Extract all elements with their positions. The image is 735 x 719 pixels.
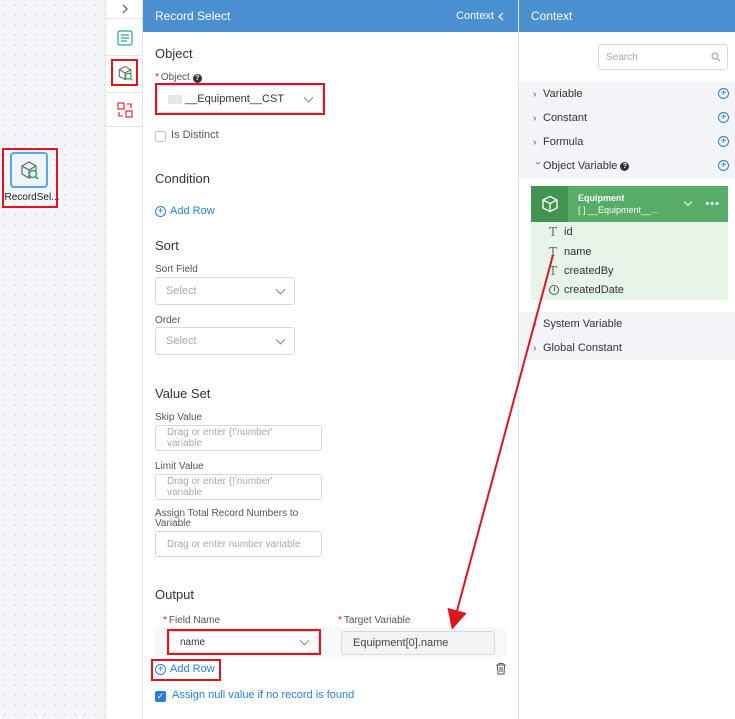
skip-value-label: Skip Value (155, 412, 203, 423)
chevron-down-icon (275, 284, 286, 294)
chevron-right-icon: › (533, 342, 537, 354)
chevron-right-icon: › (533, 136, 537, 148)
add-circle-icon: + (155, 205, 166, 217)
skip-value-input[interactable]: Drag or enter {!'number' variable (155, 425, 322, 451)
chevron-down-icon[interactable] (684, 197, 693, 207)
object-section-title: Object (155, 46, 193, 61)
node-highlight (2, 148, 58, 208)
info-icon: ? (620, 161, 630, 171)
sort-section-title: Sort (155, 238, 179, 253)
add-constant-icon[interactable]: + (718, 112, 729, 123)
attribute-name[interactable]: Tname (549, 245, 592, 259)
toolbar-divider (106, 55, 143, 56)
context-panel: Context Search › Variable + › Constant +… (519, 0, 735, 719)
chevron-right-icon: › (533, 112, 537, 124)
add-formula-icon[interactable]: + (718, 136, 729, 147)
object-select-highlight (155, 83, 325, 115)
context-row-formula[interactable]: › Formula + (519, 130, 735, 154)
assign-total-label: Assign Total Record Numbers to Variable (155, 508, 299, 529)
add-variable-icon[interactable]: + (718, 88, 729, 99)
context-row-constant[interactable]: › Constant + (519, 106, 735, 130)
object-label: * Object? (155, 72, 202, 83)
condition-section-title: Condition (155, 171, 210, 186)
is-distinct-checkbox[interactable] (155, 131, 166, 142)
chevron-down-icon (275, 334, 286, 344)
sort-field-select[interactable]: Select (155, 277, 295, 305)
attribute-id[interactable]: Tid (549, 225, 573, 239)
assign-null-checkbox[interactable]: ✓ (155, 691, 166, 702)
flow-canvas[interactable]: RecordSel... (0, 0, 105, 719)
output-section-title: Output (155, 587, 195, 602)
chevron-left-icon (498, 12, 504, 20)
object-variable-card: Equipment [ ] __Equipment__... ••• Tid T… (531, 186, 728, 300)
target-variable-input[interactable]: Equipment[0].name (341, 631, 495, 655)
search-placeholder: Search (606, 51, 638, 63)
context-search-input[interactable]: Search (598, 44, 728, 70)
condition-add-row-button[interactable]: + Add Row (155, 205, 215, 217)
add-row-highlight (151, 659, 221, 681)
object-variable-type: [ ] __Equipment__... (578, 205, 659, 215)
chevron-right-icon: › (533, 318, 537, 330)
clock-icon (549, 285, 559, 295)
context-row-global-constant[interactable]: › Global Constant (519, 336, 735, 360)
context-row-object-variable[interactable]: › Object Variable? + (519, 154, 735, 178)
properties-list-icon[interactable] (106, 23, 143, 53)
toolbar-divider (106, 126, 143, 127)
assign-total-input[interactable]: Drag or enter number variable (155, 531, 322, 557)
text-type-icon: T (549, 245, 558, 259)
more-menu-icon[interactable]: ••• (705, 198, 728, 210)
attribute-created-by[interactable]: TcreatedBy (549, 264, 614, 278)
chevron-down-icon: › (532, 161, 544, 165)
is-distinct-label: Is Distinct (171, 129, 219, 141)
field-name-label: * Field Name (163, 615, 221, 626)
target-variable-label: * Target Variable (338, 615, 411, 626)
add-object-variable-icon[interactable]: + (718, 160, 729, 171)
toolbar-divider (106, 92, 143, 93)
text-type-icon: T (549, 225, 558, 239)
context-row-variable[interactable]: › Variable + (519, 82, 735, 106)
transform-icon[interactable] (106, 95, 143, 125)
context-title: Context (519, 0, 735, 32)
context-toggle-label: Context (456, 10, 494, 22)
toolbar-divider (106, 18, 143, 19)
side-toolbar (105, 0, 143, 719)
context-row-system-variable[interactable]: › System Variable (519, 312, 735, 336)
collapse-chevron-icon[interactable] (106, 0, 143, 18)
field-name-highlight (167, 629, 321, 655)
sort-field-label: Sort Field (155, 264, 198, 275)
attribute-created-date[interactable]: createdDate (549, 284, 624, 296)
sort-field-placeholder: Select (166, 285, 197, 297)
limit-value-label: Limit Value (155, 461, 204, 472)
record-select-panel: Record Select Context Object * Object? __… (143, 0, 519, 719)
cube-icon (531, 186, 568, 222)
chevron-right-icon: › (533, 88, 537, 100)
object-variable-header[interactable]: Equipment [ ] __Equipment__... ••• (531, 186, 728, 222)
limit-value-input[interactable]: Drag or enter {!'number' variable (155, 474, 322, 500)
context-toggle[interactable]: Context (456, 10, 504, 22)
assign-null-label: Assign null value if no record is found (172, 689, 355, 701)
order-placeholder: Select (166, 335, 197, 347)
panel-title: Record Select (155, 9, 231, 23)
value-set-section-title: Value Set (155, 386, 211, 401)
search-icon (711, 52, 721, 62)
object-variable-name: Equipment (578, 193, 625, 203)
text-type-icon: T (549, 264, 558, 278)
toolbar-highlight (111, 59, 138, 86)
trash-icon[interactable] (495, 662, 507, 678)
order-label: Order (155, 315, 181, 326)
order-select[interactable]: Select (155, 327, 295, 355)
panel-header: Record Select Context (143, 0, 518, 32)
info-icon: ? (192, 74, 202, 83)
